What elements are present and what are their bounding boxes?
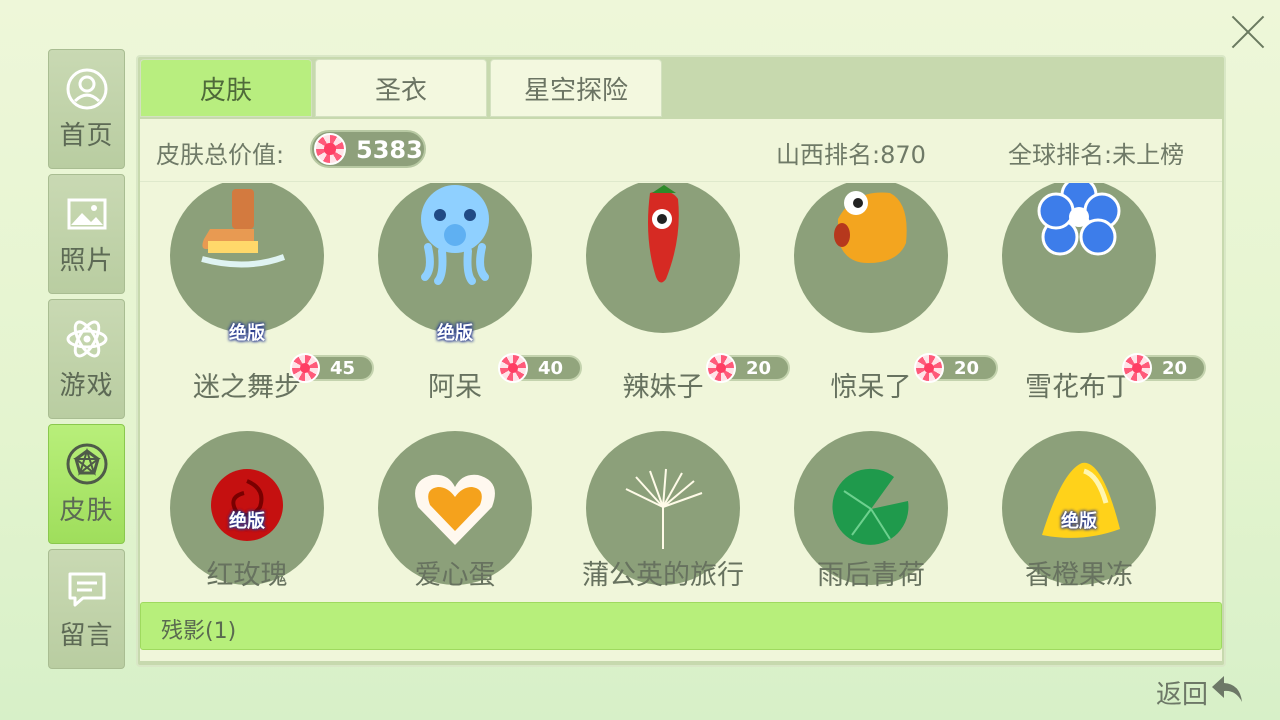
info-bar: 皮肤总价值: 5383 山西排名:870 全球排名:未上榜 bbox=[140, 119, 1222, 182]
skin-item[interactable]: 20 绝版 香橙果冻 bbox=[972, 353, 1206, 591]
skin-item[interactable]: 45 绝版 红玫瑰 bbox=[140, 353, 374, 591]
skin-item[interactable]: 20 蒲公英的旅行 bbox=[556, 353, 790, 591]
sidebar-item-photos[interactable]: 照片 bbox=[48, 174, 125, 294]
skin-item[interactable]: 20 雨后青荷 bbox=[764, 353, 998, 591]
skin-name: 爱心蛋 bbox=[414, 560, 496, 591]
sidebar-item-games[interactable]: 游戏 bbox=[48, 299, 125, 419]
skin-item[interactable]: 惊呆了 bbox=[764, 183, 972, 403]
atom-icon bbox=[65, 317, 109, 361]
skin-grid: 绝版 迷之舞步 绝版 阿呆 辣妹子 惊呆了 雪花布丁 45 绝版 红玫瑰 40 … bbox=[140, 183, 1222, 595]
tab-holy-cloth[interactable]: 圣衣 bbox=[315, 59, 487, 117]
sidebar-item-label: 首页 bbox=[59, 120, 114, 151]
skin-item[interactable]: 绝版 迷之舞步 bbox=[140, 183, 348, 403]
sidebar-item-skins[interactable]: 皮肤 bbox=[48, 424, 125, 544]
back-arrow-icon bbox=[1208, 672, 1246, 713]
candy-coin-icon bbox=[914, 353, 944, 383]
sidebar-item-label: 游戏 bbox=[59, 370, 114, 401]
skins-panel: 皮肤 圣衣 星空探险 皮肤总价值: 5383 山西排名:870 全球排名:未上榜… bbox=[136, 55, 1226, 667]
tab-star-adventure[interactable]: 星空探险 bbox=[490, 59, 662, 117]
tab-bar: 皮肤 圣衣 星空探险 bbox=[140, 59, 665, 117]
surprised-bird-icon bbox=[834, 191, 907, 263]
out-of-print-badge: 绝版 bbox=[1061, 511, 1097, 532]
message-icon bbox=[65, 567, 109, 611]
skin-item[interactable]: 辣妹子 bbox=[556, 183, 764, 403]
blue-flower-icon bbox=[1037, 183, 1121, 256]
skin-name: 雨后青荷 bbox=[817, 560, 925, 591]
skin-item[interactable]: 40 爱心蛋 bbox=[348, 353, 582, 591]
candy-coin-icon bbox=[314, 133, 346, 165]
skin-icon-frame bbox=[586, 183, 740, 333]
out-of-print-badge: 绝版 bbox=[437, 323, 473, 344]
skate-boot-icon bbox=[201, 189, 286, 268]
sidebar-item-label: 留言 bbox=[59, 620, 114, 651]
candy-coin-icon bbox=[706, 353, 736, 383]
total-value-label: 皮肤总价值: bbox=[156, 141, 285, 169]
close-icon[interactable] bbox=[1228, 12, 1268, 52]
chili-pepper-icon bbox=[648, 185, 679, 283]
candy-coin-icon bbox=[1122, 353, 1152, 383]
sidebar-item-label: 皮肤 bbox=[59, 495, 114, 526]
skin-item[interactable]: 雪花布丁 bbox=[972, 183, 1180, 403]
afterimage-label: 残影(1) bbox=[161, 619, 237, 644]
province-rank: 山西排名:870 bbox=[776, 141, 926, 169]
out-of-print-badge: 绝版 bbox=[229, 511, 265, 532]
octopus-icon bbox=[421, 185, 489, 285]
skin-name: 香橙果冻 bbox=[1025, 560, 1133, 591]
skins-content: 皮肤总价值: 5383 山西排名:870 全球排名:未上榜 绝版 迷之舞步 绝版… bbox=[140, 119, 1222, 661]
total-value-badge: 5383 bbox=[310, 130, 426, 168]
skin-name: 红玫瑰 bbox=[206, 560, 288, 591]
price-tag: 20 bbox=[1122, 353, 1206, 383]
back-button[interactable]: 返回 bbox=[1156, 672, 1246, 713]
sidebar-item-messages[interactable]: 留言 bbox=[48, 549, 125, 669]
user-icon bbox=[65, 67, 109, 111]
sidebar-item-home[interactable]: 首页 bbox=[48, 49, 125, 169]
gem-icon bbox=[65, 442, 109, 486]
skin-item[interactable]: 绝版 阿呆 bbox=[348, 183, 556, 403]
out-of-print-badge: 绝版 bbox=[229, 323, 265, 344]
candy-coin-icon bbox=[290, 353, 320, 383]
skin-name: 蒲公英的旅行 bbox=[582, 560, 744, 591]
afterimage-bar[interactable]: 残影(1) bbox=[140, 602, 1222, 650]
skin-icon-frame bbox=[170, 183, 324, 333]
sidebar-item-label: 照片 bbox=[59, 245, 114, 276]
back-label: 返回 bbox=[1156, 680, 1209, 710]
photo-icon bbox=[65, 192, 109, 236]
tab-skins[interactable]: 皮肤 bbox=[140, 59, 312, 117]
global-rank: 全球排名:未上榜 bbox=[1008, 141, 1185, 169]
total-value: 5383 bbox=[356, 136, 423, 164]
skin-icon-frame bbox=[378, 183, 532, 333]
sidebar: 首页 照片 游戏 皮肤 留言 bbox=[48, 49, 125, 674]
candy-coin-icon bbox=[498, 353, 528, 383]
skin-icon-frame bbox=[1002, 183, 1156, 333]
skin-icon-frame bbox=[794, 183, 948, 333]
